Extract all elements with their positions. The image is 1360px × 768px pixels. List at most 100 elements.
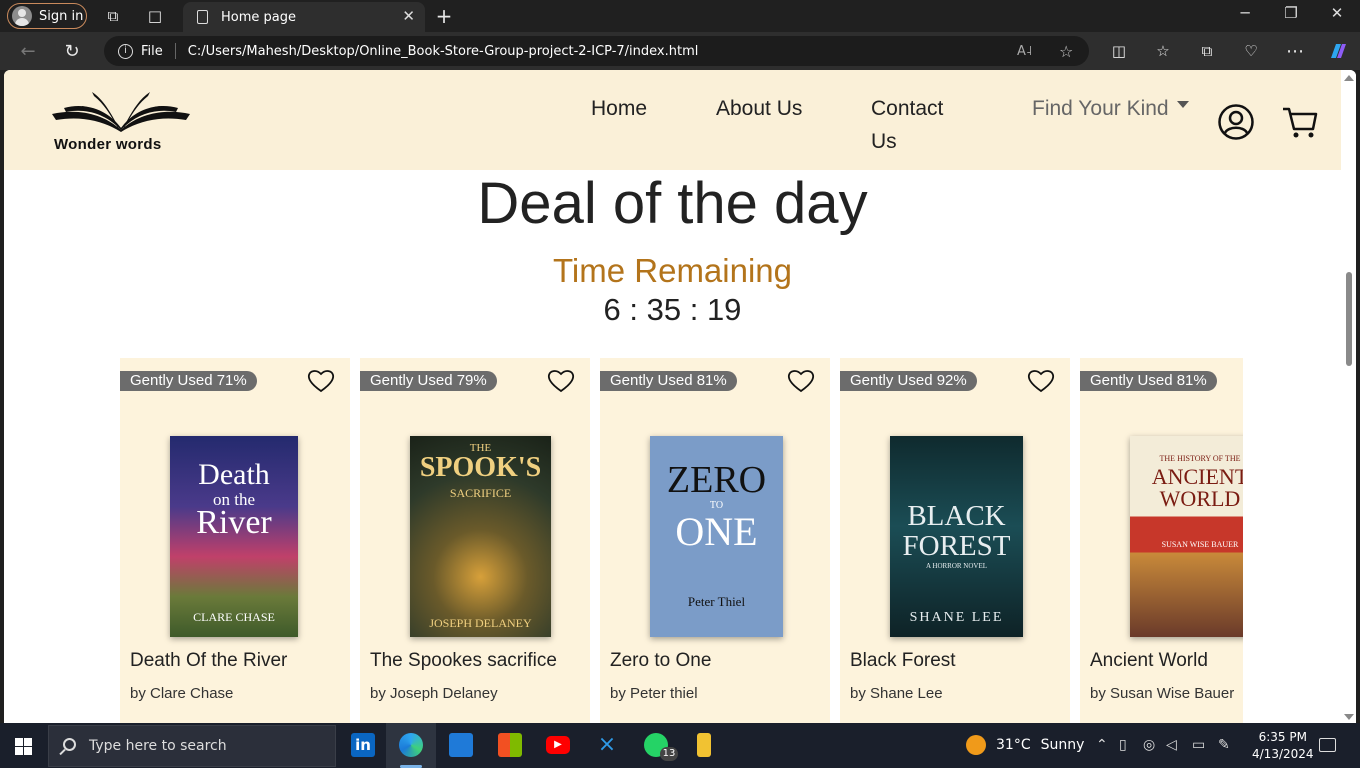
workspaces-icon[interactable]: ⧉ [99, 2, 127, 30]
cover-text: Death [198, 458, 270, 491]
book-author: by Peter thiel [610, 685, 698, 702]
copilot-icon[interactable] [1324, 37, 1352, 65]
address-toolbar: ← ↻ i File C:/Users/Mahesh/Desktop/Onlin… [0, 32, 1360, 70]
book-title[interactable]: Death Of the River [130, 650, 287, 672]
condition-badge: Gently Used 81% [1080, 371, 1217, 391]
volume-icon[interactable]: ◁ [1166, 737, 1177, 753]
book-author: by Shane Lee [850, 685, 943, 702]
close-window-icon[interactable]: ✕ [1322, 4, 1352, 22]
cover-text: Peter Thiel [687, 594, 746, 609]
book-card[interactable]: Gently Used 71% Death on the River CLARE… [120, 358, 350, 723]
cover-text: SACRIFICE [449, 486, 512, 500]
more-menu-icon[interactable]: ⋯ [1281, 37, 1309, 65]
tab-title: Home page [221, 9, 296, 25]
battery-icon[interactable]: ▭ [1192, 737, 1205, 753]
favorites-icon[interactable]: ☆ [1149, 37, 1177, 65]
heart-wishlist-icon[interactable] [1027, 368, 1055, 394]
book-cover-image[interactable]: THE HISTORY OF THE ANCIENT WORLD SUSAN W… [1130, 436, 1243, 637]
page-scrollbar[interactable] [1342, 70, 1356, 723]
heart-wishlist-icon[interactable] [547, 368, 575, 394]
split-screen-icon[interactable]: ◫ [1105, 37, 1133, 65]
find-your-kind-dropdown[interactable]: Find Your Kind [1032, 92, 1189, 125]
sign-in-button[interactable]: Sign in [7, 3, 87, 29]
book-title[interactable]: The Spookes sacrifice [370, 650, 557, 672]
find-your-kind-label: Find Your Kind [1032, 97, 1169, 120]
deal-cards-row: Gently Used 71% Death on the River CLARE… [120, 358, 1243, 723]
nav-home-link[interactable]: Home [591, 92, 647, 125]
address-bar[interactable]: i File C:/Users/Mahesh/Desktop/Online_Bo… [104, 36, 1089, 66]
book-card[interactable]: Gently Used 81% ZERO TO ONE Peter Thiel … [600, 358, 830, 723]
taskbar-clock[interactable]: 6:35 PM 4/13/2024 [1252, 729, 1314, 763]
book-author: by Clare Chase [130, 685, 234, 702]
windows-start-icon[interactable] [15, 738, 32, 755]
windows-taskbar: Type here to search in ▶ ⨯ 13 31°C Sunny… [0, 723, 1360, 768]
restore-icon[interactable]: ❐ [1276, 4, 1306, 22]
cover-text: JOSEPH DELANEY [429, 616, 532, 630]
condition-badge: Gently Used 92% [840, 371, 977, 391]
book-title[interactable]: Zero to One [610, 650, 711, 672]
scroll-up-icon[interactable] [1344, 75, 1354, 81]
nav-about-link[interactable]: About Us [716, 92, 806, 125]
book-title[interactable]: Black Forest [850, 650, 956, 672]
cover-text: River [196, 504, 272, 541]
new-tab-icon[interactable]: + [430, 2, 458, 30]
network-icon[interactable]: ◎ [1143, 737, 1155, 753]
heart-wishlist-icon[interactable] [307, 368, 335, 394]
scroll-down-icon[interactable] [1344, 714, 1354, 720]
weather-temp: 31°C [996, 737, 1031, 753]
back-icon[interactable]: ← [14, 37, 42, 65]
chevron-up-icon[interactable]: ⌃ [1096, 737, 1108, 753]
cover-text: A HORROR NOVEL [925, 562, 988, 570]
weather-widget[interactable]: 31°C Sunny [966, 735, 1084, 755]
cover-text: THE HISTORY OF THE [1159, 454, 1241, 463]
favorite-star-icon[interactable]: ☆ [1059, 42, 1073, 61]
browser-tab-bar: Sign in ⧉ □ Home page ✕ + ─ ❐ ✕ [0, 0, 1360, 32]
book-cover-image[interactable]: ZERO TO ONE Peter Thiel [650, 436, 783, 637]
book-cover-image[interactable]: BLACK FOREST A HORROR NOVEL SHANE LEE [890, 436, 1023, 637]
nav-contact-link[interactable]: Contact Us [871, 92, 961, 158]
search-icon [63, 738, 76, 751]
countdown-timer: 6 : 35 : 19 [603, 292, 742, 327]
cover-text: ZERO [666, 459, 767, 501]
book-card[interactable]: Gently Used 79% THE SPOOK'S SACRIFICE JO… [360, 358, 590, 723]
search-placeholder: Type here to search [89, 738, 227, 754]
linkedin-icon[interactable]: in [351, 733, 375, 757]
heart-wishlist-icon[interactable] [787, 368, 815, 394]
collections-icon[interactable]: ⧉ [1193, 37, 1221, 65]
minimize-icon[interactable]: ─ [1230, 4, 1260, 22]
book-cover-image[interactable]: Death on the River CLARE CHASE [170, 436, 298, 637]
edge-browser-icon[interactable] [399, 733, 423, 757]
notification-icon[interactable] [1319, 738, 1336, 752]
cover-text: FOREST [902, 530, 1011, 562]
refresh-icon[interactable]: ↻ [58, 37, 86, 65]
condition-badge: Gently Used 79% [360, 371, 497, 391]
clock-time: 6:35 PM [1258, 730, 1307, 744]
site-navbar: Wonder words Home About Us Contact Us Fi… [4, 70, 1341, 170]
info-icon[interactable]: i [118, 43, 133, 59]
close-tab-icon[interactable]: ✕ [402, 7, 415, 25]
vscode-icon[interactable]: ⨯ [595, 733, 619, 757]
book-card[interactable]: Gently Used 92% BLACK FOREST A HORROR NO… [840, 358, 1070, 723]
tab-actions-icon[interactable]: □ [141, 2, 169, 30]
book-title[interactable]: Ancient World [1090, 650, 1208, 672]
user-account-icon[interactable] [1217, 103, 1255, 141]
taskbar-search-box[interactable]: Type here to search [48, 725, 336, 767]
book-author: by Susan Wise Bauer [1090, 685, 1235, 702]
file-explorer-icon[interactable] [449, 733, 473, 757]
sticky-notes-icon[interactable] [697, 733, 711, 757]
browser-essentials-icon[interactable]: ♡ [1237, 37, 1265, 65]
microsoft-store-icon[interactable] [498, 733, 522, 757]
book-card[interactable]: Gently Used 81% THE HISTORY OF THE ANCIE… [1080, 358, 1243, 723]
book-cover-image[interactable]: THE SPOOK'S SACRIFICE JOSEPH DELANEY [410, 436, 551, 637]
pen-icon[interactable]: ✎ [1218, 737, 1230, 753]
scrollbar-thumb[interactable] [1346, 272, 1352, 366]
condition-badge: Gently Used 81% [600, 371, 737, 391]
time-remaining-label: Time Remaining [552, 252, 793, 289]
cover-text: SPOOK'S [419, 452, 542, 483]
youtube-icon[interactable]: ▶ [546, 736, 570, 754]
shopping-cart-icon[interactable] [1281, 103, 1319, 141]
read-aloud-icon[interactable]: A˨ [1017, 44, 1032, 59]
tab-home-page[interactable]: Home page ✕ [183, 2, 425, 32]
meet-now-icon[interactable]: ▯ [1119, 737, 1127, 753]
url-scheme-label: File [141, 43, 163, 59]
